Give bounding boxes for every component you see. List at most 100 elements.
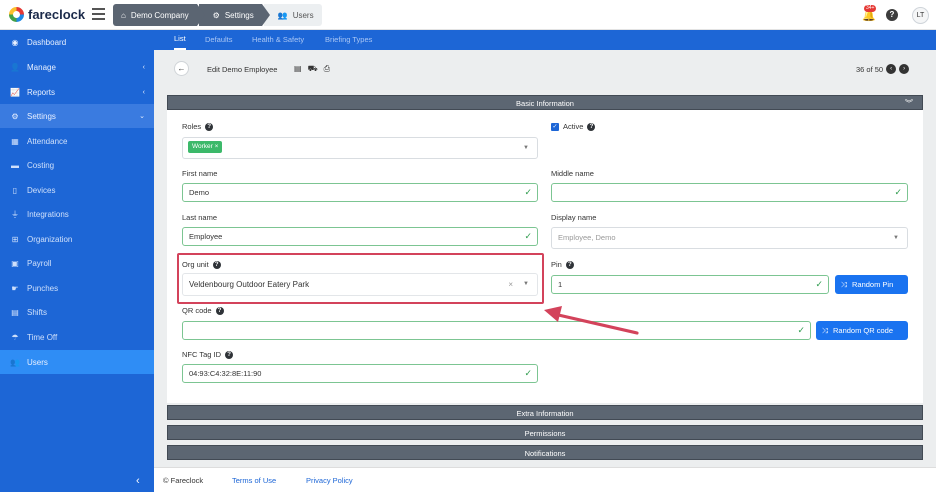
sidebar-item-reports[interactable]: 📈 Reports ‹ <box>0 80 154 104</box>
logo[interactable]: fareclock <box>9 7 85 22</box>
tag-text: Worker <box>192 143 213 150</box>
tab-health-safety[interactable]: Health & Safety <box>252 30 304 50</box>
timeoff-icon: ☂ <box>11 332 19 342</box>
sidebar-item-label: Manage <box>27 62 56 72</box>
help-icon[interactable]: ? <box>225 350 234 359</box>
users-icon: 👥 <box>277 10 288 20</box>
hamburger-menu-icon[interactable] <box>92 8 105 20</box>
label-text: Pin <box>551 260 562 269</box>
terms-link[interactable]: Terms of Use <box>232 476 276 485</box>
users-icon: 👥 <box>10 357 20 367</box>
section-title: Extra Information <box>516 409 574 418</box>
help-icon[interactable]: ? <box>565 260 574 269</box>
sidebar-item-label: Settings <box>27 111 56 121</box>
sidebar-item-settings[interactable]: ⚙ Settings ⌄ <box>0 104 154 128</box>
chevron-down-icon: ▼ <box>523 145 529 151</box>
active-checkbox-row[interactable]: ✓ Active ? <box>551 122 596 131</box>
help-icon[interactable]: ? <box>587 122 596 131</box>
gear-icon: ⚙ <box>11 111 19 121</box>
sidebar-item-users[interactable]: 👥 Users <box>0 350 154 374</box>
role-tag-worker[interactable]: Worker × <box>188 141 223 153</box>
chevron-down-icon: ▼ <box>893 235 899 241</box>
next-record-icon[interactable]: › <box>899 64 910 74</box>
edit-actions: ▤ ⛟ ⎙ <box>294 64 330 74</box>
sidebar-item-label: Devices <box>27 185 56 195</box>
field-value: 04:93:C4:32:8E:11:90 <box>189 369 262 378</box>
tab-list[interactable]: List <box>174 30 186 50</box>
section-basic-information[interactable]: Basic Information ︾ <box>167 95 923 110</box>
dashboard-icon: ◉ <box>11 37 19 47</box>
collapse-chevrons-icon[interactable]: ︾ <box>905 96 913 111</box>
breadcrumb-users[interactable]: 👥 Users <box>263 4 322 26</box>
display-name-label: Display name <box>551 213 597 222</box>
privacy-link[interactable]: Privacy Policy <box>306 476 353 485</box>
sidebar-item-dashboard[interactable]: ◉ Dashboard <box>0 30 154 54</box>
tab-defaults[interactable]: Defaults <box>205 30 233 50</box>
section-notifications[interactable]: Notifications <box>167 445 923 460</box>
label-text: Roles <box>182 122 202 131</box>
shifts-icon: ▤ <box>11 307 19 317</box>
active-checkbox[interactable]: ✓ <box>551 122 559 131</box>
section-permissions[interactable]: Permissions <box>167 425 923 440</box>
sidebar-item-label: Integrations <box>27 209 69 219</box>
sidebar-item-timeoff[interactable]: ☂ Time Off <box>0 325 154 349</box>
sidebar-item-attendance[interactable]: ▦ Attendance <box>0 129 154 153</box>
nfc-tag-field[interactable]: 04:93:C4:32:8E:11:90 ✓ <box>182 364 538 383</box>
chart-icon: 📈 <box>10 87 20 97</box>
label-text: NFC Tag ID <box>182 350 222 359</box>
last-name-field[interactable]: Employee ✓ <box>182 227 538 246</box>
sidebar-item-punches[interactable]: ☛ Punches <box>0 276 154 300</box>
help-icon[interactable]: ? <box>215 306 224 315</box>
sidebar-item-integrations[interactable]: ⏚ Integrations <box>0 202 154 226</box>
sidebar-item-devices[interactable]: ▯ Devices <box>0 178 154 202</box>
sidebar-item-shifts[interactable]: ▤ Shifts <box>0 300 154 324</box>
qr-code-field[interactable]: ✓ <box>182 321 811 340</box>
chevron-down-icon: ⌄ <box>139 113 145 120</box>
sidebar-item-manage[interactable]: 👤 Manage ‹ <box>0 55 154 79</box>
section-title: Permissions <box>524 429 566 438</box>
display-name-select[interactable]: Employee, Demo ▼ <box>551 227 908 249</box>
nfc-tag-label: NFC Tag ID ? <box>182 350 234 359</box>
notifications-button[interactable]: 🔔 34+ <box>862 5 877 22</box>
avatar[interactable]: LT <box>912 7 929 24</box>
previous-record-icon[interactable]: ‹ <box>886 64 897 74</box>
person-icon: 👤 <box>10 62 20 72</box>
shuffle-icon: ⤨ <box>841 280 847 289</box>
random-pin-button[interactable]: ⤨ Random Pin <box>835 275 908 294</box>
middle-name-field[interactable]: ✓ <box>551 183 908 202</box>
pin-field[interactable]: 1 ✓ <box>551 275 829 294</box>
section-extra-information[interactable]: Extra Information <box>167 405 923 420</box>
back-arrow-icon[interactable]: ← <box>174 61 189 76</box>
breadcrumb-label: Users <box>292 10 314 20</box>
random-qr-code-button[interactable]: ⤨ Random QR code <box>816 321 908 340</box>
footer: © Fareclock Terms of Use Privacy Policy <box>154 467 936 492</box>
chevron-left-icon: ‹ <box>142 63 145 71</box>
help-button[interactable]: ? <box>886 9 898 21</box>
sidebar-item-costing[interactable]: ▬ Costing <box>0 153 154 177</box>
id-card-icon[interactable]: ▤ <box>294 64 302 74</box>
tab-briefing-types[interactable]: Briefing Types <box>325 30 372 50</box>
button-label: Random Pin <box>852 280 894 289</box>
pin-label: Pin ? <box>551 260 574 269</box>
first-name-field[interactable]: Demo ✓ <box>182 183 538 202</box>
print-icon[interactable]: ⎙ <box>324 64 330 74</box>
chevron-left-icon: ‹ <box>142 88 145 96</box>
org-unit-highlight <box>177 253 544 304</box>
sidebar-item-label: Users <box>27 357 48 367</box>
button-label: Random QR code <box>833 326 894 335</box>
help-icon[interactable]: ? <box>205 122 214 131</box>
sidebar: ◉ Dashboard 👤 Manage ‹ 📈 Reports ‹ ⚙ Set… <box>0 30 154 492</box>
collapse-sidebar-chevron-icon[interactable]: ‹ <box>136 475 140 487</box>
truck-icon[interactable]: ⛟ <box>308 64 318 74</box>
device-icon: ▯ <box>12 185 18 195</box>
home-icon: ⌂ <box>121 10 126 20</box>
breadcrumb-demo-company[interactable]: ⌂ Demo Company <box>113 4 205 26</box>
breadcrumb-settings[interactable]: ⚙ Settings <box>198 4 270 26</box>
sidebar-item-organization[interactable]: ⊞ Organization <box>0 227 154 251</box>
check-icon: ✓ <box>797 325 805 335</box>
sidebar-item-payroll[interactable]: ▣ Payroll <box>0 251 154 275</box>
field-value: Demo <box>189 188 210 197</box>
punches-icon: ☛ <box>11 283 19 293</box>
roles-select[interactable]: Worker × ▼ <box>182 137 538 159</box>
copyright: © Fareclock <box>163 476 204 485</box>
